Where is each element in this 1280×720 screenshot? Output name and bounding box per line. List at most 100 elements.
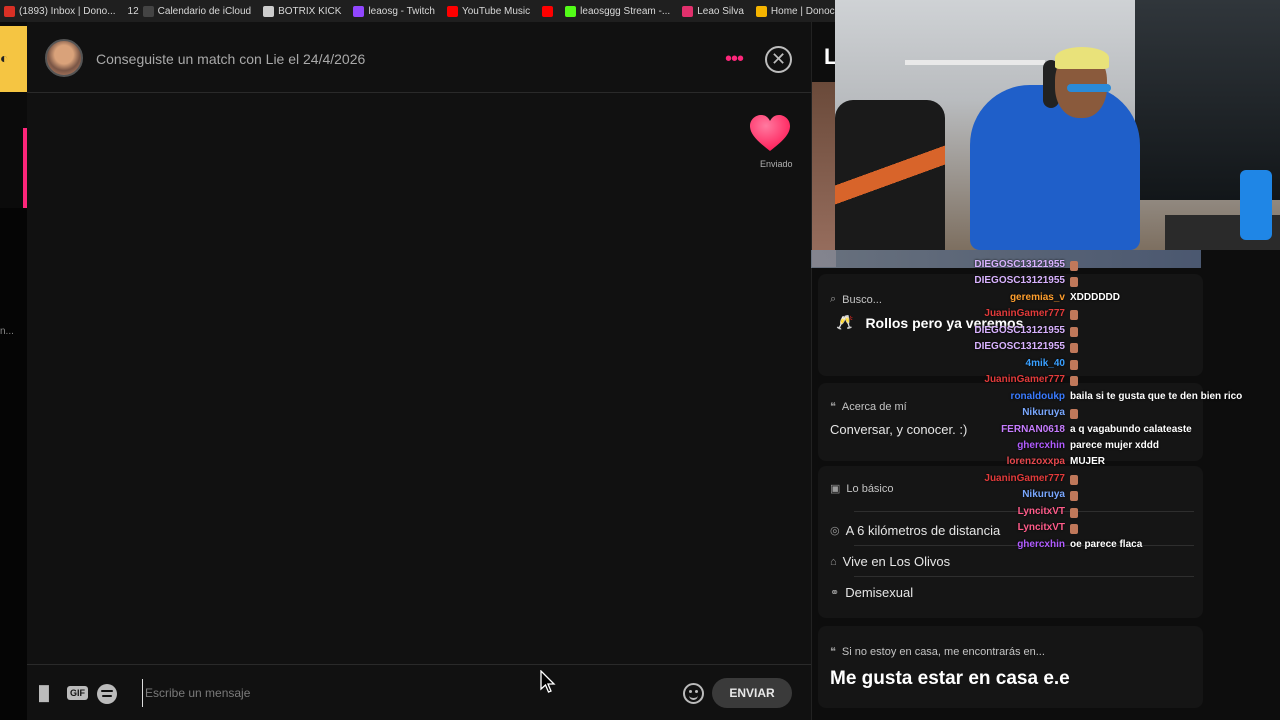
- home-icon: ⌂: [830, 555, 837, 568]
- bookmark-item[interactable]: YouTube Music: [446, 5, 531, 17]
- webcam-bottle: [1240, 170, 1272, 240]
- chat-header: Conseguiste un match con Lie el 24/4/202…: [27, 22, 811, 93]
- spotify-icon[interactable]: [97, 684, 117, 704]
- stream-chat-user: Nikuruya: [1022, 489, 1065, 501]
- emote-icon: [1070, 474, 1078, 485]
- stream-chat-message: XDDDDDD: [1070, 291, 1120, 303]
- emote-icon: [1070, 376, 1078, 387]
- stream-chat-line: geremias_v XDDDDDD: [900, 292, 1280, 308]
- emote-icon: [1070, 507, 1078, 518]
- stream-chat-line: JuaninGamer777: [900, 473, 1280, 489]
- profile-photo[interactable]: [812, 82, 836, 267]
- basics-title: ▣ Lo básico: [830, 482, 894, 496]
- bookmark-label: leaosg - Twitch: [368, 5, 435, 17]
- stream-chat-message: MUJER: [1070, 456, 1106, 468]
- sidebar-panel: [0, 208, 27, 720]
- emoji-icon[interactable]: [683, 683, 704, 704]
- bookmark-item[interactable]: Leao Silva: [682, 5, 744, 17]
- stream-chat-line: ghercxhin parece mujer xddd: [900, 440, 1280, 456]
- stream-chat-user: LyncitxVT: [1017, 522, 1065, 534]
- webcam-shelf: [905, 60, 1045, 65]
- orientation-icon: ⚭: [830, 587, 840, 599]
- home-title: ❝ Si no estoy en casa, me encontrarás en…: [830, 645, 1045, 659]
- home-title-text: Si no estoy en casa, me encontrarás en..…: [841, 645, 1045, 658]
- busco-title: ⌕ Busco...: [830, 293, 882, 306]
- match-text: Conseguiste un match con Lie el 24/4/202…: [96, 51, 366, 67]
- stream-chat-line: FERNAN0618 a q vagabundo calateaste: [900, 424, 1280, 440]
- emote-icon: [1070, 359, 1078, 370]
- stream-chat-user: JuaninGamer777: [984, 308, 1065, 320]
- screen: { "bookmarks": [ {"label": "(1893) Inbox…: [0, 0, 1280, 720]
- home-answer: Me gusta estar en casa e.e: [830, 668, 1070, 689]
- bookmark-label: (1893) Inbox | Dono...: [19, 5, 116, 17]
- basic-row-orientation: ⚭ Demisexual: [830, 585, 913, 600]
- stream-chat-line: LyncitxVT: [900, 506, 1280, 522]
- bookmark-label: YouTube Music: [461, 5, 531, 17]
- avatar[interactable]: [45, 39, 83, 77]
- bookmark-item[interactable]: [542, 5, 554, 17]
- stream-chat-line: JuaninGamer777: [900, 374, 1280, 390]
- emote-icon: [1070, 524, 1078, 535]
- bookmark-item[interactable]: (1893) Inbox | Dono...: [4, 5, 116, 17]
- stream-chat-line: DIEGOSC13121955: [900, 325, 1280, 341]
- quote-icon: ❝: [830, 401, 836, 413]
- message-composer: █ GIF ENVIAR: [27, 664, 811, 720]
- close-icon[interactable]: ✕: [765, 46, 792, 73]
- calendar-icon: [142, 5, 154, 17]
- stream-chat-user: FERNAN0618: [1001, 423, 1065, 435]
- sidebar-tab[interactable]: ◐: [0, 26, 27, 92]
- stream-chat-user: JuaninGamer777: [984, 374, 1065, 386]
- emote-icon: [1070, 310, 1078, 321]
- stream-chat-user: lorenzoxxpa: [1006, 456, 1065, 468]
- youtube-icon: [542, 5, 554, 17]
- stream-chat-line: DIEGOSC13121955: [900, 341, 1280, 357]
- stream-chat-message: parece mujer xddd: [1070, 439, 1159, 451]
- stream-chat-user: geremias_v: [1009, 291, 1065, 303]
- webcam-glasses: [1067, 84, 1111, 92]
- champagne-icon: 🥂: [836, 314, 854, 330]
- stream-chat-user: LyncitxVT: [1017, 505, 1065, 517]
- webcam-hair: [1055, 47, 1109, 69]
- emote-icon: [1070, 343, 1078, 354]
- bookmark-item[interactable]: 12 Calendario de iCloud: [128, 5, 251, 17]
- webcam-person: [970, 85, 1140, 250]
- stream-chat-user: ghercxhin: [1017, 439, 1065, 451]
- stream-chat-user: DIEGOSC13121955: [974, 324, 1065, 336]
- send-button[interactable]: ENVIAR: [712, 678, 792, 708]
- basics-icon: ▣: [830, 483, 841, 495]
- stream-chat-line: lorenzoxxpa MUJER: [900, 456, 1280, 472]
- stream-chat-user: ghercxhin: [1017, 538, 1065, 550]
- bookmark-item[interactable]: leaosg - Twitch: [353, 5, 435, 17]
- stream-chat-line: LyncitxVT: [900, 522, 1280, 538]
- stream-chat-user: DIEGOSC13121955: [974, 259, 1065, 270]
- search-icon: ⌕: [830, 293, 837, 305]
- divider: [854, 576, 1194, 577]
- webcam-chair: [835, 100, 945, 250]
- stream-chat-line: DIEGOSC13121955: [900, 275, 1280, 291]
- stream-chat-line: ghercxhin oe parece flaca: [900, 539, 1280, 555]
- gif-button[interactable]: GIF: [67, 686, 88, 700]
- heart-icon: [750, 115, 790, 151]
- bookmark-label: BOTRIX KICK: [278, 5, 342, 17]
- stream-chat-line: Nikuruya: [900, 407, 1280, 423]
- message-input[interactable]: [142, 679, 662, 707]
- chat-panel: Conseguiste un match con Lie el 24/4/202…: [27, 22, 811, 720]
- quote-icon: ❝: [830, 646, 836, 658]
- emote-icon: [1070, 409, 1078, 420]
- more-options-icon[interactable]: •••: [725, 48, 744, 71]
- bookmark-item[interactable]: Home | Donoclip: [755, 5, 845, 17]
- stream-chat-line: 4mik_40: [900, 358, 1280, 374]
- tab-icon: ◐: [0, 50, 9, 66]
- bookmark-label: Leao Silva: [697, 5, 744, 17]
- contact-card-icon[interactable]: █: [39, 685, 49, 701]
- stream-chat-message: oe parece flaca: [1070, 538, 1143, 550]
- stream-chat-user: 4mik_40: [1025, 357, 1065, 369]
- twitch-icon: [353, 5, 365, 17]
- bookmark-item[interactable]: leaosggg Stream -...: [565, 5, 670, 17]
- stream-chat-message: baila si te gusta que te den bien rico: [1070, 390, 1243, 402]
- webcam-overlay: [835, 0, 1280, 250]
- stream-chat-overlay: DIEGOSC13121955 DIEGOSC13121955 geremias_v…: [900, 259, 1280, 559]
- emote-icon: [1070, 326, 1078, 337]
- bookmark-item[interactable]: BOTRIX KICK: [263, 5, 342, 17]
- about-title-text: Acerca de mí: [841, 400, 907, 413]
